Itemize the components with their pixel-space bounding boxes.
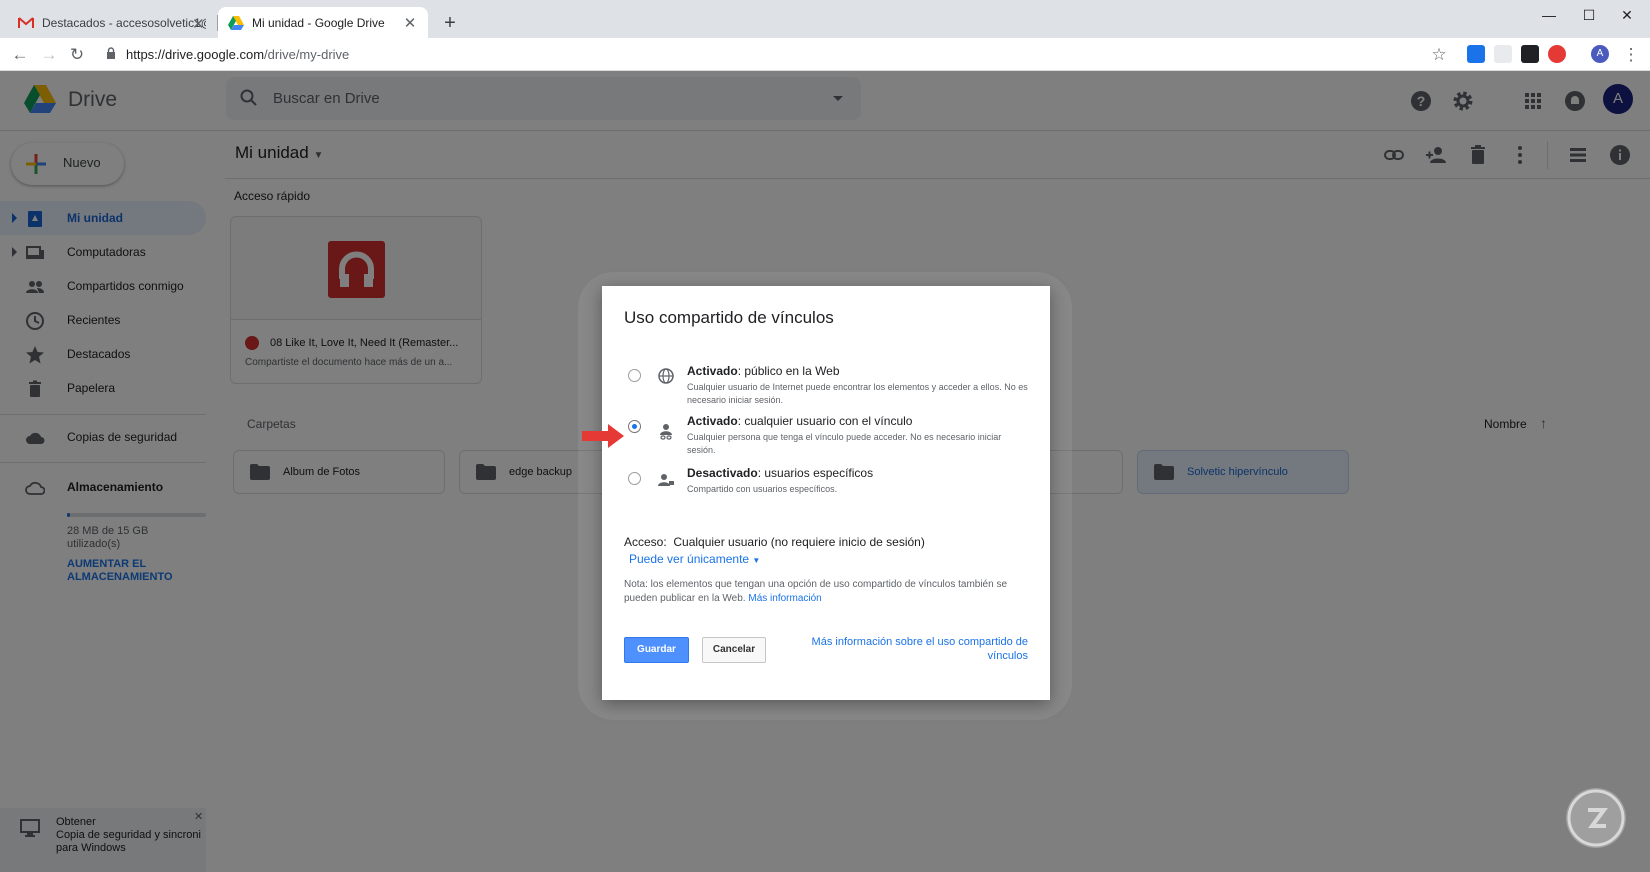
option-description: Cualquier usuario de Internet puede enco… bbox=[687, 382, 1028, 405]
access-summary: Acceso: Cualquier usuario (no requiere i… bbox=[624, 535, 925, 549]
close-window-button[interactable]: ✕ bbox=[1604, 4, 1650, 26]
extension-icon[interactable] bbox=[1548, 45, 1566, 63]
bookmark-star-icon[interactable]: ☆ bbox=[1428, 44, 1450, 66]
option-title: Desactivado: usuarios específicos bbox=[687, 466, 874, 480]
radio-specific-users[interactable] bbox=[628, 472, 641, 485]
cancel-button[interactable]: Cancelar bbox=[702, 637, 766, 663]
profile-avatar[interactable]: A bbox=[1591, 45, 1609, 63]
reload-button[interactable]: ↻ bbox=[66, 44, 88, 66]
more-info-link[interactable]: Más información bbox=[748, 593, 821, 604]
browser-tab-strip: Destacados - accesosolvetic1@g Mi unidad… bbox=[0, 0, 1650, 38]
tab-title: Mi unidad - Google Drive bbox=[252, 15, 385, 30]
forward-button[interactable]: → bbox=[38, 44, 60, 66]
close-tab-icon[interactable]: ✕ bbox=[402, 14, 418, 32]
save-button[interactable]: Guardar bbox=[624, 637, 689, 663]
radio-public[interactable] bbox=[628, 369, 641, 382]
red-arrow-icon bbox=[582, 424, 626, 448]
dialog-note: Nota: los elementos que tengan una opció… bbox=[624, 579, 1008, 604]
chevron-down-icon: ▼ bbox=[752, 556, 761, 565]
lock-icon bbox=[106, 47, 116, 60]
extension-icon[interactable] bbox=[1521, 45, 1539, 63]
browser-menu-icon[interactable]: ⋮ bbox=[1620, 44, 1642, 66]
close-tab-icon[interactable]: ✕ bbox=[192, 15, 205, 33]
new-tab-button[interactable]: + bbox=[440, 11, 460, 35]
globe-icon bbox=[658, 368, 674, 384]
option-description: Compartido con usuarios específicos. bbox=[687, 484, 838, 494]
option-title: Activado: cualquier usuario con el víncu… bbox=[687, 414, 913, 428]
person-lock-icon bbox=[658, 472, 674, 488]
gmail-icon bbox=[18, 16, 34, 29]
link-sharing-dialog: Uso compartido de vínculos Activado: púb… bbox=[602, 286, 1050, 700]
radio-anyone-with-link[interactable] bbox=[628, 420, 641, 433]
option-title: Activado: público en la Web bbox=[687, 364, 840, 378]
back-button[interactable]: ← bbox=[9, 44, 31, 66]
dialog-title: Uso compartido de vínculos bbox=[624, 308, 834, 327]
extension-icon[interactable] bbox=[1494, 45, 1512, 63]
link-person-icon bbox=[658, 423, 674, 441]
watermark-logo bbox=[1566, 788, 1626, 848]
option-description: Cualquier persona que tenga el vínculo p… bbox=[687, 432, 1002, 455]
link-sharing-help-link[interactable]: Más información sobre el uso compartido … bbox=[788, 635, 1028, 663]
drive-icon bbox=[228, 15, 244, 30]
permission-dropdown[interactable]: Puede ver únicamente ▼ bbox=[629, 552, 760, 566]
address-bar[interactable]: https://drive.google.com/drive/my-drive bbox=[126, 47, 349, 62]
tab-title: Destacados - accesosolvetic1@g bbox=[42, 15, 206, 30]
tab-gmail[interactable]: Destacados - accesosolvetic1@g bbox=[8, 7, 216, 38]
tab-drive[interactable]: Mi unidad - Google Drive ✕ bbox=[218, 7, 428, 38]
extension-icon[interactable] bbox=[1467, 45, 1485, 63]
browser-toolbar: ← → ↻ https://drive.google.com/drive/my-… bbox=[0, 38, 1650, 71]
